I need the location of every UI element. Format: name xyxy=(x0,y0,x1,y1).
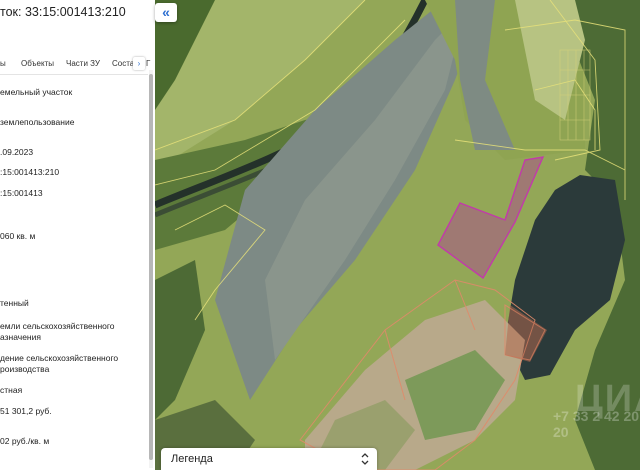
legend-dropdown[interactable]: Легенда xyxy=(161,448,377,470)
field-cadastral-value: 51 301,2 руб. xyxy=(0,406,52,416)
field-category-line2: азначения xyxy=(0,332,41,342)
field-use-line1: дение сельскохозяйственного xyxy=(0,353,119,363)
watermark-number: +7 33 2 42 20 20 xyxy=(553,408,640,440)
tab-bar: ы Объекты Части ЗУ Состав › Г xyxy=(0,57,155,71)
scrollbar-thumb[interactable] xyxy=(149,74,153,460)
chevron-up-down-icon xyxy=(361,453,369,465)
field-object-type: емельный участок xyxy=(0,87,73,97)
info-panel: ток: 33:15:001413:210 ы Объекты Части ЗУ… xyxy=(0,0,155,470)
field-ownership: стная xyxy=(0,385,23,395)
field-cadastral-number: :15:001413:210 xyxy=(0,167,60,177)
tab-cut-off[interactable]: Г xyxy=(146,59,150,68)
page-title: ток: 33:15:001413:210 xyxy=(0,5,126,19)
field-category-line1: емли сельскохозяйственного xyxy=(0,321,115,331)
field-status: тенный xyxy=(0,298,29,308)
field-date: .09.2023 xyxy=(0,147,34,157)
tab-parts[interactable]: Части ЗУ xyxy=(66,59,100,68)
map-imagery xyxy=(155,0,640,470)
legend-label: Легенда xyxy=(171,453,213,465)
field-area: 060 кв. м xyxy=(0,231,36,241)
tabs-scroll-right-button[interactable]: › xyxy=(133,57,145,70)
field-quarter: :15:001413 xyxy=(0,188,43,198)
satellite-map[interactable]: ЦИАН +7 33 2 42 20 20 xyxy=(155,0,640,470)
tab-objects[interactable]: Объекты xyxy=(21,59,54,68)
field-value-per-sqm: 02 руб./кв. м xyxy=(0,436,50,446)
field-use-line2: роизводства xyxy=(0,364,50,374)
tab-info[interactable]: ы xyxy=(0,59,6,68)
tabs-divider xyxy=(0,74,148,75)
collapse-panel-button[interactable]: « xyxy=(155,3,177,22)
field-subtype: землепользование xyxy=(0,117,75,127)
